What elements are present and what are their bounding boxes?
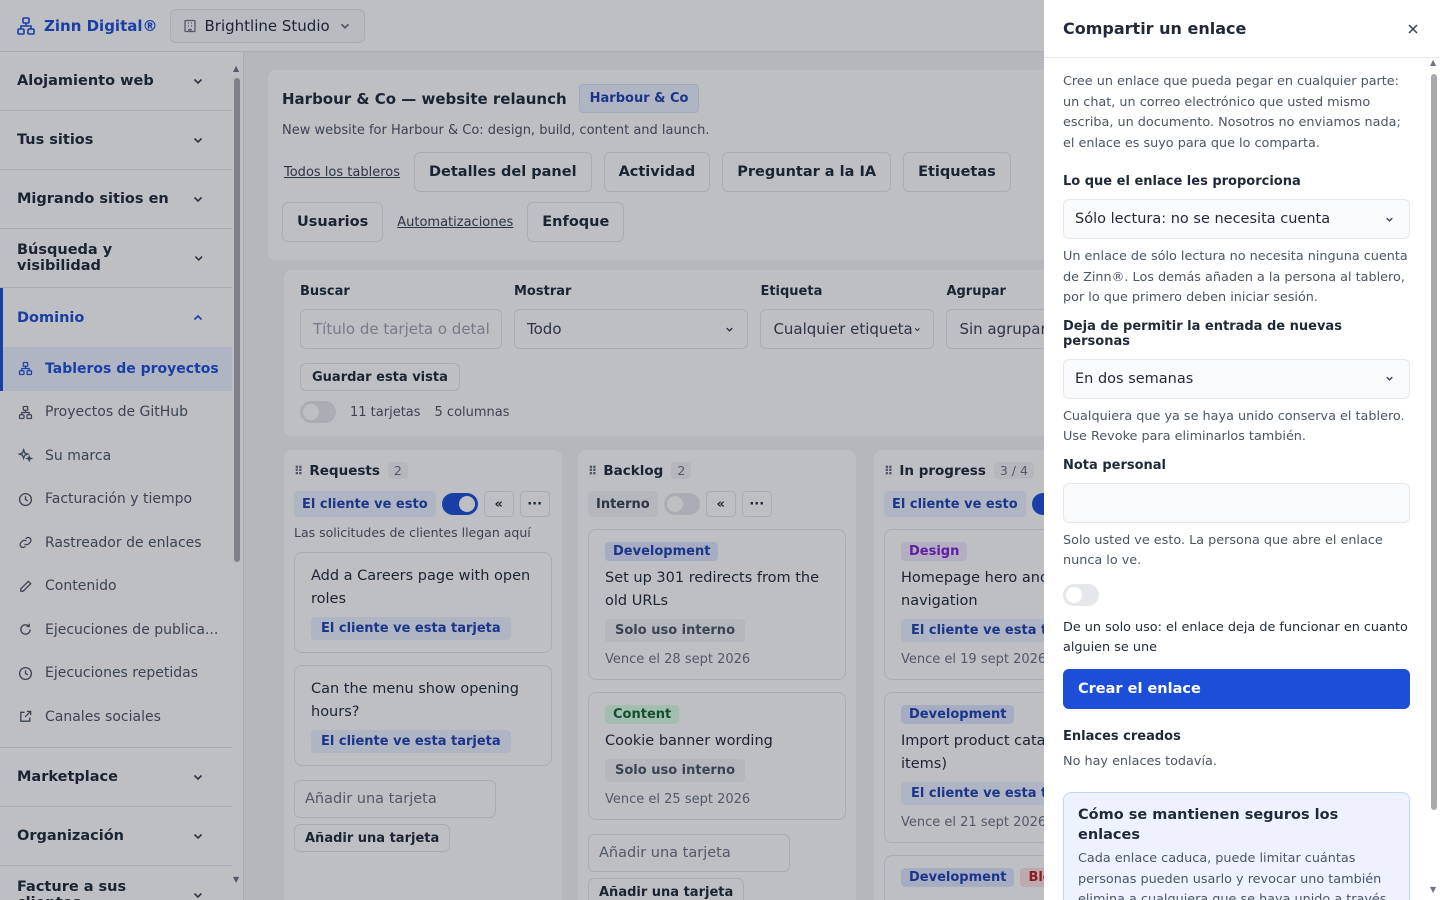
- safety-info-box: Cómo se mantienen seguros los enlaces Ca…: [1063, 792, 1410, 900]
- scroll-down-arrow-icon[interactable]: ▼: [1430, 885, 1436, 894]
- drawer-scrollbar[interactable]: ▲ ▼: [1430, 58, 1437, 894]
- drawer-title: Compartir un enlace: [1063, 19, 1247, 38]
- personal-note-input[interactable]: [1063, 482, 1410, 523]
- modal-backdrop[interactable]: [0, 0, 1044, 900]
- toggle-knob: [1066, 586, 1082, 603]
- access-select[interactable]: Sólo lectura: no se necesita cuenta: [1063, 199, 1410, 239]
- note-label: Nota personal: [1063, 457, 1167, 473]
- created-links-label: Enlaces creados: [1063, 728, 1181, 744]
- expiry-select[interactable]: En dos semanas: [1063, 358, 1410, 399]
- close-icon[interactable]: [1406, 22, 1420, 36]
- info-text: Cada enlace caduca, puede limitar cuánta…: [1078, 851, 1387, 900]
- note-help: Solo usted ve esto. La persona que abre …: [1063, 532, 1383, 569]
- access-label: Lo que el enlace les proporciona: [1063, 174, 1301, 189]
- scrollbar-thumb[interactable]: [1431, 74, 1437, 810]
- expiry-value: En dos semanas: [1075, 370, 1194, 387]
- chevron-down-icon: [1386, 217, 1393, 222]
- create-link-button[interactable]: Crear el enlace: [1063, 668, 1410, 709]
- access-help: Un enlace de sólo lectura no necesita ni…: [1063, 249, 1408, 305]
- chevron-down-icon: [1386, 376, 1393, 381]
- expiry-help: Cualquiera que ya se haya unido conserva…: [1063, 408, 1405, 445]
- info-title: Cómo se mantienen seguros los enlaces: [1078, 807, 1339, 843]
- share-link-drawer: Compartir un enlace Cree un enlace que p…: [1044, 0, 1440, 900]
- single-use-label: De un solo uso: el enlace deja de funcio…: [1063, 619, 1408, 656]
- access-value: Sólo lectura: no se necesita cuenta: [1075, 211, 1331, 227]
- single-use-toggle[interactable]: [1063, 583, 1099, 606]
- drawer-intro: Cree un enlace que pueda pegar en cualqu…: [1063, 74, 1401, 151]
- expiry-label: Deja de permitir la entrada de nuevas pe…: [1063, 318, 1342, 349]
- created-links-empty: No hay enlaces todavía.: [1063, 753, 1217, 769]
- scroll-up-arrow-icon[interactable]: ▲: [1430, 58, 1436, 67]
